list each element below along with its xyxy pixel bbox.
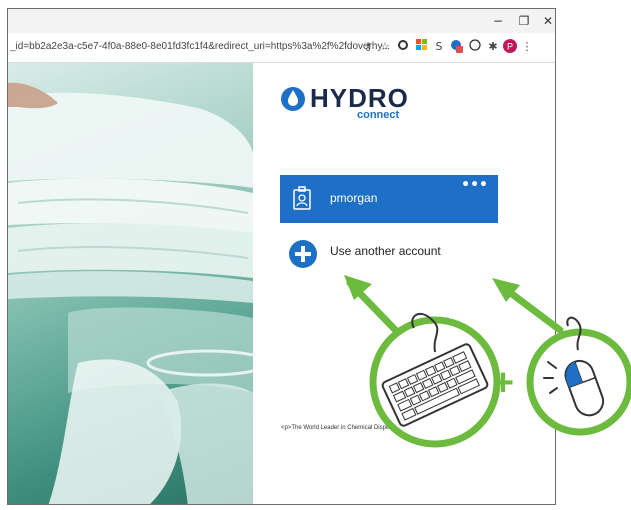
puzzle-icon[interactable]: ✱: [485, 39, 501, 55]
circle-icon[interactable]: [395, 39, 411, 55]
footer-text: <p>The World Leader in Chemical Dispensi…: [281, 425, 446, 431]
key-icon[interactable]: ⚷: [360, 39, 376, 55]
url-text[interactable]: _id=bb2a2e3a-c5e7-4f0a-88e0-8e01fd3fc1f4…: [10, 41, 390, 52]
use-another-account-button[interactable]: Use another account: [280, 234, 498, 274]
chat-icon[interactable]: [467, 39, 483, 55]
minimize-button[interactable]: −: [485, 11, 511, 31]
browser-window: − ❐ ✕ _id=bb2a2e3a-c5e7-4f0a-88e0-8e01fd…: [7, 8, 556, 505]
menu-icon[interactable]: ⋮: [519, 39, 535, 55]
profile-icon[interactable]: P: [502, 39, 518, 55]
hydro-logo: HYDRO connect: [280, 81, 410, 125]
brand-sub: connect: [357, 109, 400, 121]
page-content: [8, 63, 555, 504]
star-icon[interactable]: ☆: [377, 39, 393, 55]
account-tile-pmorgan[interactable]: pmorgan •••: [280, 175, 498, 223]
login-panel: [253, 63, 555, 504]
close-button[interactable]: ✕: [535, 11, 555, 31]
grid-icon[interactable]: [413, 39, 429, 55]
svg-text:P: P: [507, 42, 513, 52]
account-username: pmorgan: [330, 191, 378, 205]
title-bar: − ❐ ✕: [8, 9, 555, 33]
badge-icon: [293, 186, 311, 210]
plus-circle-icon: [289, 240, 317, 268]
s-icon[interactable]: S: [431, 39, 447, 55]
hero-image: [8, 63, 253, 504]
address-bar: _id=bb2a2e3a-c5e7-4f0a-88e0-8e01fd3fc1f4…: [8, 33, 555, 63]
use-another-account-label: Use another account: [330, 244, 441, 258]
extension-badge-icon[interactable]: [449, 39, 465, 55]
drop-icon: [281, 87, 305, 111]
maximize-button[interactable]: ❐: [511, 11, 537, 31]
more-options-icon[interactable]: •••: [461, 177, 488, 193]
